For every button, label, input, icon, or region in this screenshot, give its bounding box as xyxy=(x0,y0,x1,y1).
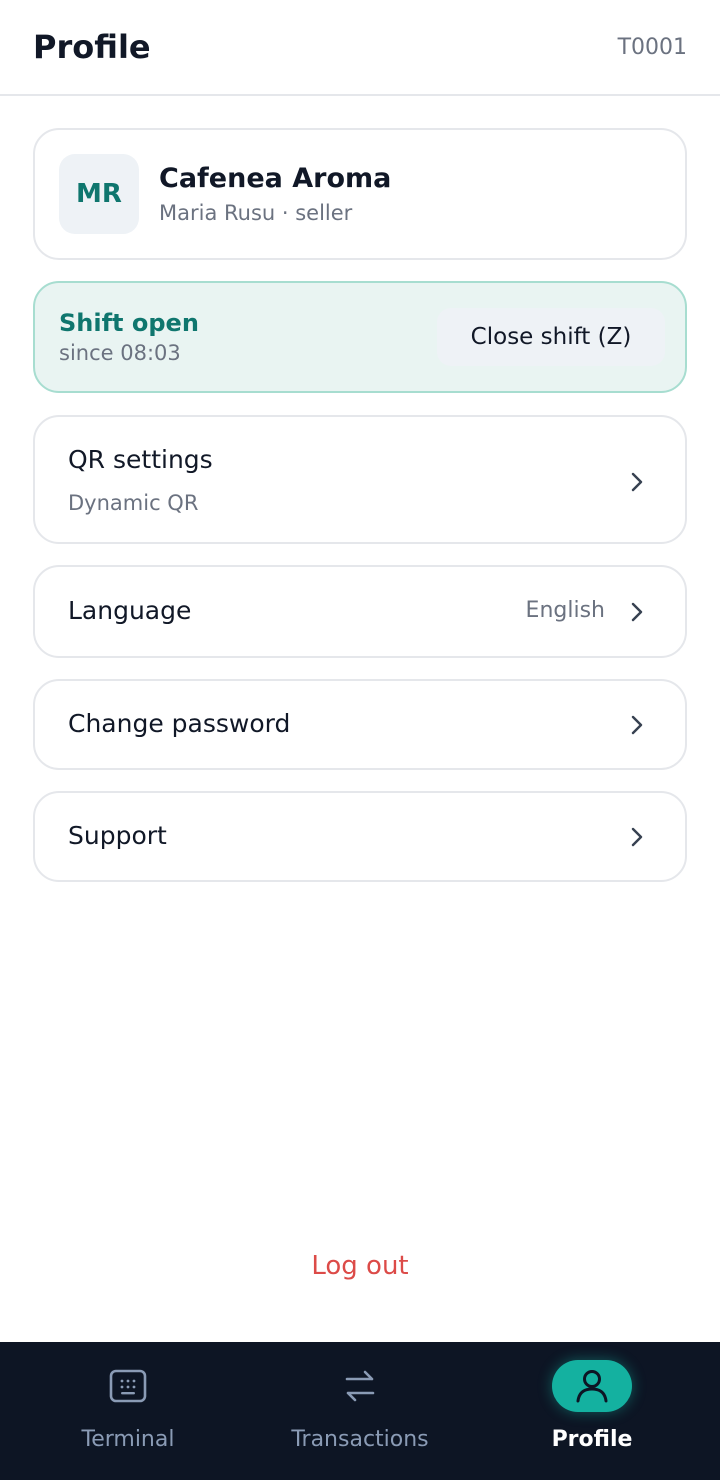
menu-item-support[interactable]: Support xyxy=(33,791,687,882)
menu-item-label: QR settings xyxy=(68,445,213,474)
swap-arrows-icon xyxy=(320,1360,400,1412)
chevron-right-icon xyxy=(631,472,643,492)
avatar: MR xyxy=(59,154,139,234)
merchant-name: Cafenea Aroma xyxy=(159,163,392,194)
menu-item-label: Change password xyxy=(68,709,291,738)
merchant-user-role: Maria Rusu · seller xyxy=(159,201,353,225)
menu-item-qr-settings[interactable]: QR settings Dynamic QR xyxy=(33,415,687,544)
chevron-right-icon xyxy=(631,827,643,847)
user-icon xyxy=(552,1360,632,1412)
menu-item-change-password[interactable]: Change password xyxy=(33,679,687,770)
app-root: Profile T0001 MR Cafenea Aroma Maria Rus… xyxy=(0,0,720,1480)
nav-item-transactions[interactable]: Transactions xyxy=(240,1342,480,1480)
close-shift-button[interactable]: Close shift (Z) xyxy=(437,308,665,366)
merchant-card: MR Cafenea Aroma Maria Rusu · seller xyxy=(33,128,687,260)
menu-item-label: Language xyxy=(68,596,192,625)
page-title: Profile xyxy=(33,28,151,66)
top-bar: Profile T0001 xyxy=(0,0,720,96)
shift-since: since 08:03 xyxy=(59,341,181,365)
nav-item-profile[interactable]: Profile xyxy=(472,1342,712,1480)
bottom-nav: Terminal Transactions Profile xyxy=(0,1342,720,1480)
menu-item-language[interactable]: Language English xyxy=(33,565,687,658)
nav-label: Profile xyxy=(551,1427,633,1452)
nav-label: Transactions xyxy=(291,1427,429,1452)
shift-status-card: Shift open since 08:03 Close shift (Z) xyxy=(33,281,687,393)
shift-status: Shift open xyxy=(59,309,199,337)
keypad-icon xyxy=(88,1360,168,1412)
nav-item-terminal[interactable]: Terminal xyxy=(8,1342,248,1480)
nav-label: Terminal xyxy=(81,1427,175,1452)
chevron-right-icon xyxy=(631,602,643,622)
language-value: English xyxy=(525,598,605,623)
logout-button[interactable]: Log out xyxy=(0,1248,720,1284)
chevron-right-icon xyxy=(631,715,643,735)
menu-item-subtitle: Dynamic QR xyxy=(68,491,199,515)
menu-item-label: Support xyxy=(68,821,167,850)
terminal-id: T0001 xyxy=(617,35,687,60)
